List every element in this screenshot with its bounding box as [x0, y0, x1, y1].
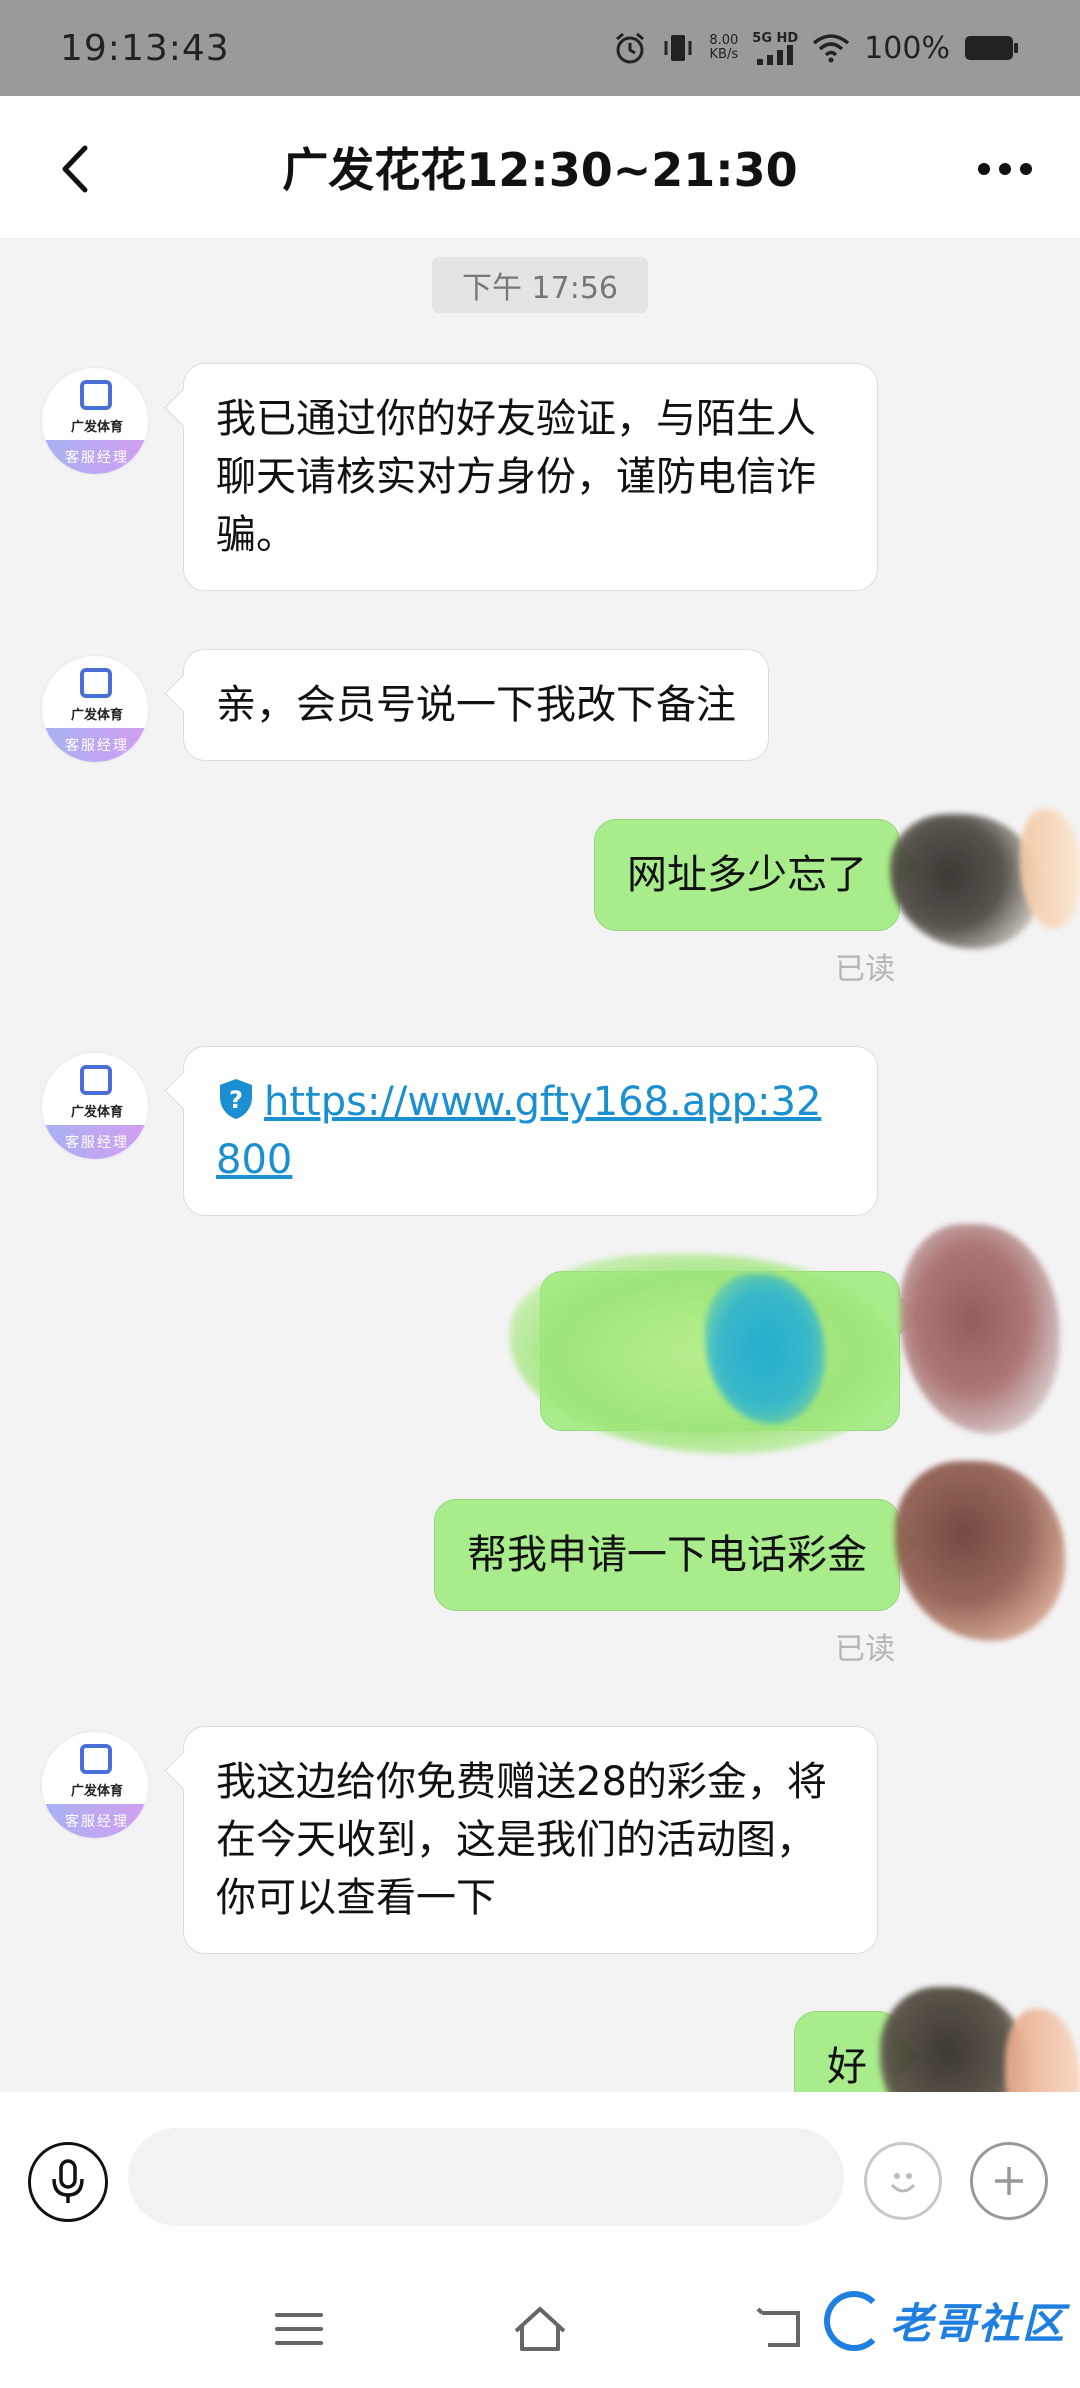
voice-button[interactable]: [28, 2142, 108, 2222]
message-bubble-outgoing[interactable]: 帮我申请一下电话彩金: [434, 1499, 900, 1611]
plus-icon: [995, 2167, 1023, 2195]
read-status: 已读: [835, 952, 895, 987]
nav-home-button[interactable]: [500, 2294, 580, 2364]
signal-icon: 5G HD: [752, 32, 798, 65]
logo-icon: [80, 1065, 112, 1095]
redaction-scribble: [895, 1461, 1065, 1641]
vibrate-icon: [661, 31, 695, 65]
emoji-icon: [890, 2173, 916, 2193]
message-bubble-link[interactable]: ? https://www.gfty168.app:32800: [183, 1046, 878, 1216]
message-bubble-outgoing[interactable]: 网址多少忘了: [594, 819, 900, 931]
back-button[interactable]: [40, 134, 110, 204]
shield-question-icon: ?: [220, 1079, 252, 1119]
logo-icon: [80, 380, 112, 410]
redaction-scribble: [900, 1224, 1060, 1434]
net-speed-value: 8.00: [709, 33, 739, 48]
contact-avatar[interactable]: 广发体育 客服经理: [40, 366, 150, 476]
message-bubble-incoming[interactable]: 我这边给你免费赠送28的彩金，将在今天收到，这是我们的活动图，你可以查看一下: [183, 1726, 878, 1954]
contact-avatar[interactable]: 广发体育 客服经理: [40, 654, 150, 764]
contact-avatar[interactable]: 广发体育 客服经理: [40, 1051, 150, 1161]
status-icons: 8.00 KB/s 5G HD 100%: [613, 31, 1020, 66]
menu-icon: [275, 2313, 323, 2345]
chevron-left-icon: [62, 145, 88, 193]
avatar-brand: 广发体育: [70, 708, 123, 723]
message-bubble-incoming[interactable]: 亲，会员号说一下我改下备注: [183, 649, 769, 761]
watermark-text: 老哥社区: [889, 2299, 1066, 2348]
logo-icon: [80, 1744, 112, 1774]
nav-back-button[interactable]: [740, 2294, 820, 2364]
watermark: 老哥社区: [823, 2290, 1066, 2351]
redaction-scribble: [890, 814, 1040, 949]
more-dots-icon: [978, 163, 1032, 175]
nav-menu-button[interactable]: [259, 2294, 339, 2364]
avatar-band: 客服经理: [42, 1804, 148, 1838]
battery-icon: [964, 33, 1020, 63]
back-icon: [756, 2307, 800, 2347]
chat-messages[interactable]: 下午 17:56 广发体育 客服经理 我已通过你的好友验证，与陌生人聊天请核实对…: [0, 239, 1080, 2092]
net-speed: 8.00 KB/s: [709, 34, 738, 62]
status-bar: 19:13:43 8.00 KB/s 5G HD 100%: [0, 0, 1080, 96]
svg-text:?: ?: [229, 1086, 243, 1114]
net-speed-unit: KB/s: [709, 47, 739, 62]
message-link[interactable]: https://www.gfty168.app:32800: [216, 1079, 821, 1183]
system-nav-bar: 老哥社区: [0, 2268, 1080, 2388]
signal-label: 5G HD: [752, 30, 799, 46]
alarm-icon: [613, 31, 647, 65]
avatar-band: 客服经理: [42, 1125, 148, 1159]
avatar-brand: 广发体育: [70, 1105, 123, 1120]
input-bar: [0, 2092, 1080, 2268]
plus-button[interactable]: [970, 2142, 1048, 2220]
more-button[interactable]: [970, 134, 1040, 204]
avatar-brand: 广发体育: [70, 420, 123, 435]
time-divider: 下午 17:56: [432, 257, 648, 313]
battery-percent: 100%: [864, 30, 950, 66]
status-time: 19:13:43: [60, 27, 230, 69]
message-input[interactable]: [128, 2128, 844, 2226]
wifi-icon: [812, 33, 850, 63]
watermark-logo-icon: [823, 2290, 884, 2351]
message-bubble-incoming[interactable]: 我已通过你的好友验证，与陌生人聊天请核实对方身份，谨防电信诈骗。: [183, 363, 878, 591]
emoji-button[interactable]: [864, 2142, 942, 2220]
contact-avatar[interactable]: 广发体育 客服经理: [40, 1730, 150, 1840]
redaction-scribble: [1005, 2009, 1080, 2092]
avatar-band: 客服经理: [42, 728, 148, 762]
microphone-icon: [52, 2159, 84, 2203]
avatar-brand: 广发体育: [70, 1784, 123, 1799]
logo-icon: [80, 668, 112, 698]
chat-title: 广发花花12:30~21:30: [282, 143, 798, 197]
home-icon: [514, 2307, 566, 2351]
read-status: 已读: [835, 1632, 895, 1667]
avatar-band: 客服经理: [42, 440, 148, 474]
chat-header: 广发花花12:30~21:30: [0, 96, 1080, 239]
